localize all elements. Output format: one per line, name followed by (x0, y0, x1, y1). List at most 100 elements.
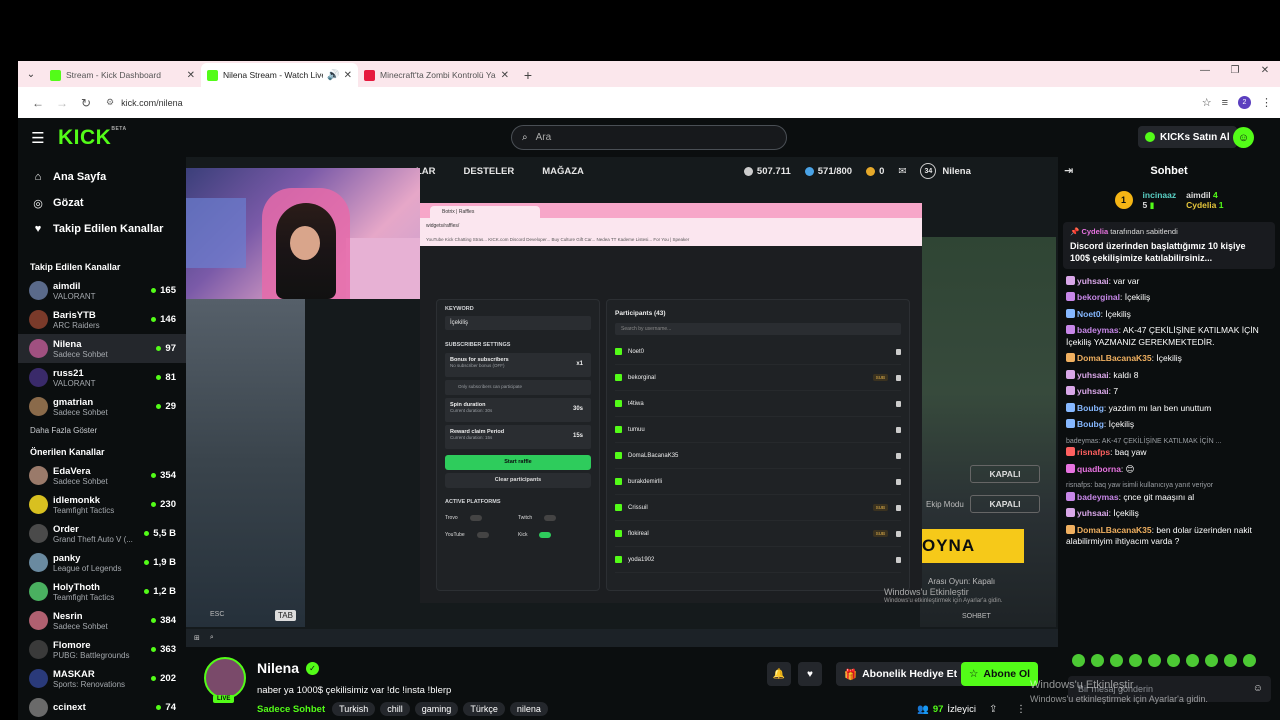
show-more-link[interactable]: Daha Fazla Göster (18, 421, 186, 439)
emote-icon[interactable] (1110, 654, 1123, 667)
emote-icon[interactable] (1091, 654, 1104, 667)
chat-message[interactable]: yuhsaai: var var (1058, 273, 1280, 290)
pinned-message[interactable]: 📌 Cydelia tarafından sabitlendi Discord … (1063, 222, 1275, 269)
tag-chip[interactable]: nilena (509, 702, 548, 716)
channel-avatar (29, 368, 48, 387)
video-player[interactable]: LAR DESTELER MAĞAZA 507.711 571/800 0 ✉ … (186, 157, 1058, 647)
sidebar-channel[interactable]: BarisYTB ARC Raiders 146 (18, 305, 186, 334)
emote-icon[interactable] (1072, 654, 1085, 667)
follow-button[interactable]: ♥ (798, 662, 822, 686)
reload-icon[interactable]: ↻ (74, 96, 98, 110)
toggle-switch (544, 514, 557, 521)
chat-message[interactable]: badeymas: AK-47 ÇEKİLİŞİNE KATILMAK İÇİN… (1058, 323, 1280, 351)
tag-chip[interactable]: Türkçe (463, 702, 505, 716)
tag-chip[interactable]: gaming (414, 702, 459, 716)
share-icon[interactable]: ⇪ (989, 704, 997, 715)
reply-context: badeymas: AK-47 ÇEKİLİŞİNE KATILMAK İÇİN… (1066, 437, 1222, 445)
subscribe-button[interactable]: ☆ Abone Ol (961, 662, 1039, 686)
menu-dots-icon[interactable]: ⋮ (1261, 96, 1272, 109)
close-window-icon[interactable]: ✕ (1250, 65, 1280, 76)
chat-message[interactable]: quadborna: 😊 (1058, 461, 1280, 478)
emote-icon[interactable] (1224, 654, 1237, 667)
user-avatar[interactable]: ☺ (1233, 127, 1254, 148)
media-icon[interactable]: ≡ (1222, 97, 1228, 109)
bookmark-star-icon[interactable]: ☆ (1202, 96, 1212, 109)
sidebar-nav-home[interactable]: ⌂ Ana Sayfa (18, 164, 186, 190)
only-subs-setting: Only subscribers can participate (445, 380, 591, 395)
sidebar-channel[interactable]: Nilena Sadece Sohbet 97 (18, 334, 186, 363)
gift-subscription-button[interactable]: 🎁 Abonelik Hediye Et (836, 662, 966, 686)
forward-icon[interactable]: → (50, 96, 74, 110)
sidebar-channel[interactable]: panky League of Legends 1,9 B (18, 548, 186, 577)
sidebar-nav-following[interactable]: ♥ Takip Edilen Kanallar (18, 216, 186, 242)
site-info-icon[interactable]: ⚙ (106, 97, 114, 108)
notification-bell-button[interactable]: 🔔 (767, 662, 791, 686)
channel-name: panky (53, 552, 81, 564)
channel-viewers: 146 (151, 314, 176, 325)
profile-avatar[interactable]: 2 (1238, 96, 1251, 109)
back-icon[interactable]: ← (26, 96, 50, 110)
more-options-icon[interactable]: ⋮ (1016, 704, 1026, 715)
emote-icon[interactable] (1243, 654, 1256, 667)
tag-chip[interactable]: chill (380, 702, 410, 716)
streamer-avatar[interactable] (204, 657, 246, 699)
sidebar-channel[interactable]: Order Grand Theft Auto V (... 5,5 B (18, 519, 186, 548)
sidebar-channel[interactable]: MASKAR Sports: Renovations 202 (18, 664, 186, 693)
chat-message[interactable]: yuhsaai: kaldı 8 (1058, 367, 1280, 384)
chat-message[interactable]: Noet0: İçekiliş (1058, 306, 1280, 323)
new-tab-icon[interactable]: + (515, 63, 541, 87)
address-bar[interactable]: ⚙ kick.com/nilena (106, 97, 1202, 108)
tag-chip[interactable]: Turkish (332, 702, 376, 716)
toggle-switch (469, 514, 482, 521)
emote-icon[interactable] (1205, 654, 1218, 667)
chat-message[interactable]: yuhsaai: İçekiliş (1058, 506, 1280, 523)
emote-icon[interactable] (1148, 654, 1161, 667)
collapse-chat-icon[interactable]: ⇥ (1064, 164, 1073, 177)
sidebar-nav-browse[interactable]: ◎ Gözat (18, 190, 186, 216)
stream-category[interactable]: Sadece Sohbet (257, 704, 325, 715)
close-tab-icon[interactable]: ✕ (501, 70, 509, 81)
emoji-picker-icon[interactable]: ☺ (1253, 683, 1263, 694)
minimize-icon[interactable]: — (1190, 65, 1220, 76)
chat-message[interactable]: bekorginal: İçekiliş (1058, 290, 1280, 307)
browser-tab[interactable]: Stream - Kick Dashboard ✕ (44, 63, 201, 87)
maximize-icon[interactable]: ❐ (1220, 65, 1250, 76)
tab-search-icon[interactable]: ⌄ (18, 61, 44, 87)
chat-text: var var (1113, 275, 1140, 286)
kick-logo[interactable]: KICKBETA (58, 126, 127, 150)
emote-icon[interactable] (1186, 654, 1199, 667)
sidebar-channel[interactable]: ccinext 74 (18, 693, 186, 720)
chat-text: İçekiliş (1105, 308, 1131, 319)
chat-message[interactable]: Boubg: yazdım mı lan ben unuttum (1058, 400, 1280, 417)
game-xp: 571/800 (804, 166, 852, 177)
chat-message[interactable]: DomaLBacanaK35: İçekiliş (1058, 351, 1280, 368)
browser-tab-active[interactable]: Nilena Stream - Watch Live 🔊 ✕ (201, 63, 358, 87)
streamer-name[interactable]: Nilena ✓ (257, 660, 320, 676)
sidebar-channel[interactable]: russ21 VALORANT 81 (18, 363, 186, 392)
sidebar-channel[interactable]: aimdil VALORANT 165 (18, 276, 186, 305)
emote-icon[interactable] (1167, 654, 1180, 667)
channel-avatar (29, 466, 48, 485)
chat-message[interactable]: Boubg: İçekiliş (1058, 417, 1280, 434)
sidebar-channel[interactable]: Nesrin Sadece Sohbet 384 (18, 606, 186, 635)
audio-icon[interactable]: 🔊 (327, 70, 339, 81)
buy-kicks-button[interactable]: KICKs Satın Al (1138, 126, 1237, 148)
hamburger-menu-icon[interactable]: ☰ (18, 129, 58, 147)
participant-name: DomaLBacanaK35 (628, 452, 679, 459)
chat-message[interactable]: badeymas: AK-47 ÇEKİLİŞİNE KATILMAK İÇİN… (1058, 433, 1280, 461)
sidebar-channel[interactable]: gmatrian Sadece Sohbet 29 (18, 392, 186, 421)
close-tab-icon[interactable]: ✕ (344, 70, 352, 81)
user-badge-icon (1066, 292, 1075, 301)
chat-message[interactable]: yuhsaai: 7 (1058, 384, 1280, 401)
raffle-url: widgets/raffles/ (420, 218, 922, 234)
browser-tab[interactable]: Minecraft'ta Zombi Kontrolü Ya ✕ (358, 63, 515, 87)
sidebar-channel[interactable]: idlemonkk Teamfight Tactics 230 (18, 490, 186, 519)
chat-message[interactable]: DomaLBacanaK35: ben dolar üzerinden naki… (1058, 522, 1280, 550)
sidebar-channel[interactable]: Flomore PUBG: Battlegrounds 363 (18, 635, 186, 664)
emote-icon[interactable] (1129, 654, 1142, 667)
sidebar-channel[interactable]: HolyThoth Teamfight Tactics 1,2 B (18, 577, 186, 606)
close-tab-icon[interactable]: ✕ (187, 70, 195, 81)
chat-message[interactable]: risnafps: baq yaw isimli kullanıcıya yan… (1058, 478, 1280, 506)
search-input[interactable]: ⌕ Ara (511, 125, 787, 150)
sidebar-channel[interactable]: EdaVera Sadece Sohbet 354 (18, 461, 186, 490)
